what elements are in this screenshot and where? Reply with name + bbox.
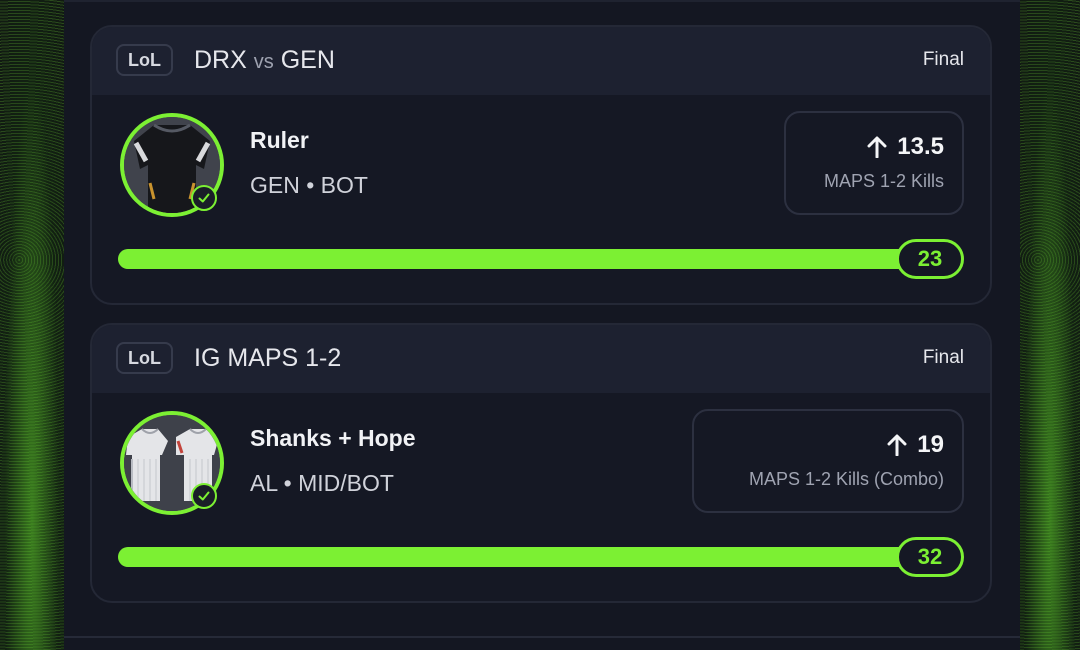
pick-card[interactable]: LoL IG MAPS 1-2 Final Shanks + Hope AL •… [90, 323, 992, 603]
matchup-title: IG MAPS 1-2 [194, 344, 342, 372]
line-value: 19 [917, 431, 944, 458]
team-right: GEN [280, 46, 335, 74]
checkmark-icon [191, 185, 217, 211]
status-label: Final [922, 49, 964, 70]
line-value-row: 13.5 [867, 133, 944, 161]
background-left-decoration [0, 0, 64, 650]
line-value-row: 19 [887, 431, 944, 459]
player-name: Ruler [250, 127, 309, 153]
arrow-up-icon [887, 434, 907, 456]
picks-panel: LoL DRX vs GEN Final Ruler GEN • BOT 13.… [64, 0, 1020, 650]
stat-label: MAPS 1-2 Kills (Combo) [748, 469, 944, 489]
stat-label: MAPS 1-2 Kills [823, 171, 944, 191]
arrow-up-icon [867, 136, 887, 158]
matchup-title: DRX vs GEN [194, 44, 335, 78]
status-label: Final [922, 347, 964, 368]
projection-box: 19 MAPS 1-2 Kills (Combo) [692, 409, 964, 513]
result-value: 23 [896, 239, 964, 279]
game-tag: LoL [116, 342, 173, 374]
background-right-decoration [1020, 0, 1080, 650]
progress-fill [118, 249, 956, 269]
card-header: LoL IG MAPS 1-2 Final [92, 325, 990, 393]
progress-track [118, 249, 956, 269]
result-value: 32 [896, 537, 964, 577]
player-team-position: GEN • BOT [250, 172, 368, 198]
player-name: Shanks + Hope [250, 425, 416, 451]
card-header: LoL DRX vs GEN Final [92, 27, 990, 95]
line-value: 13.5 [897, 133, 944, 160]
player-team-position: AL • MID/BOT [250, 470, 394, 496]
team-left: DRX [194, 46, 247, 74]
projection-box: 13.5 MAPS 1-2 Kills [784, 111, 964, 215]
vs-label: vs [253, 51, 274, 73]
pick-card[interactable]: LoL DRX vs GEN Final Ruler GEN • BOT 13.… [90, 25, 992, 305]
divider [64, 636, 1020, 638]
progress-fill [118, 547, 956, 567]
divider [64, 0, 1020, 2]
checkmark-icon [191, 483, 217, 509]
game-tag: LoL [116, 44, 173, 76]
progress-track [118, 547, 956, 567]
